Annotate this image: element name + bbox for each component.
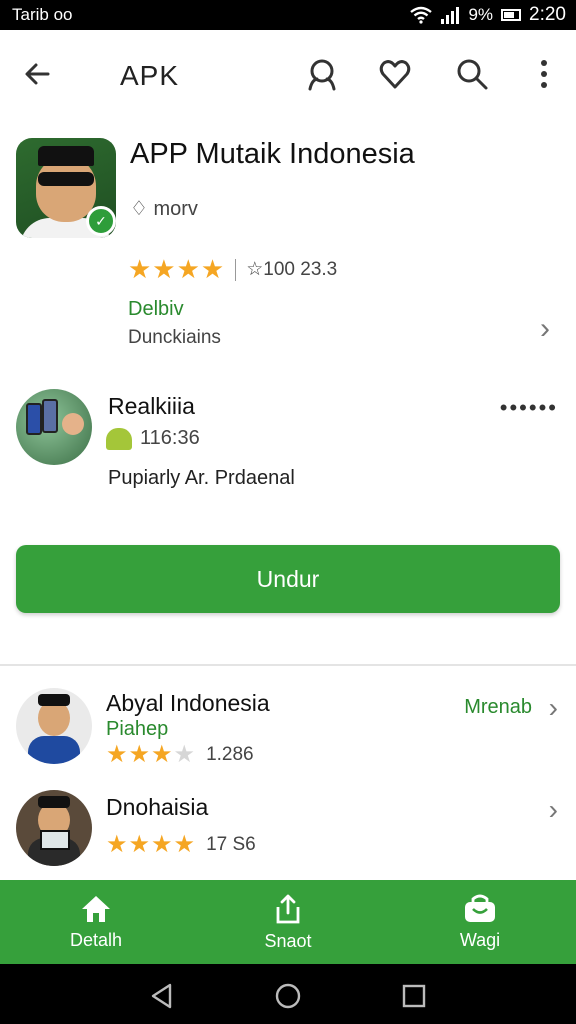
related-rating-count: 17 S6 [206,833,256,855]
nav-label: Detalh [69,929,123,950]
more-options-button[interactable] [524,54,564,94]
battery-icon [501,9,522,21]
home-icon [82,895,110,922]
publisher-meta: 116:36 [106,427,200,450]
info-sublabel: Dunckiains [128,327,221,348]
avatar-tablet [40,830,70,850]
app-icon-glasses [38,172,94,186]
android-icon [106,427,132,450]
publisher-more-icon[interactable]: •••••• [500,395,558,421]
system-back-icon[interactable] [148,982,176,1010]
app-header: ✓ APP Mutaik Indonesia ♢ morv ★★★★ ☆100 … [0,130,576,360]
avatar-person [62,413,84,435]
status-time: 2:20 [529,4,566,25]
chevron-right-icon: › [540,312,550,345]
profile-search-button[interactable] [302,54,342,94]
rating-stars: ★★★★ [128,254,226,284]
system-recents-icon[interactable] [400,982,428,1010]
related-app-name: Dnohaisia [106,794,209,820]
share-icon [276,894,300,923]
bag-icon [465,894,495,922]
nav-label: Wagi [459,929,501,950]
avatar-phone [26,403,42,435]
publisher-avatar [16,389,92,465]
nav-label: Snaot [264,930,312,951]
search-button[interactable] [452,54,492,94]
app-rating: ★★★★ ☆100 23.3 [128,254,337,285]
avatar-shirt [28,736,80,764]
avatar-phone-2 [42,399,58,433]
app-bar: APK [0,30,576,120]
related-app-item[interactable]: Abyal Indonesia Piahep ★★★★ 1.286 Mrenab… [0,688,576,778]
system-navigation-bar [0,964,576,1024]
profile-search-icon [308,59,336,91]
app-developer[interactable]: ♢ morv [130,196,198,221]
battery-percent: 9% [468,5,494,24]
rating-count: ☆100 23.3 [246,259,338,280]
nav-item-bag[interactable]: Wagi [384,880,576,964]
download-button[interactable]: Undur [16,545,560,613]
related-app-action[interactable]: Mrenab [464,696,532,719]
heart-icon [379,60,411,89]
stars-empty: ★ [173,741,197,768]
related-app-avatar [16,688,92,764]
publisher-description: Pupiarly Ar. Prdaenal [108,467,295,489]
stars-full: ★★★ [106,741,174,768]
related-app-name: Abyal Indonesia [106,690,270,716]
search-icon [457,59,488,90]
related-rating-count: 1.286 [206,743,254,765]
publisher-name: Realkiiia [108,393,195,419]
related-rating-stars: ★★★★ [106,740,196,769]
related-app-rating: ★★★★ 1.286 [106,740,254,769]
verified-badge-icon: ✓ [86,206,116,236]
status-bar: Tarib oo 9% 2:20 [0,0,576,30]
section-divider [0,664,576,666]
avatar-cap [38,796,70,808]
app-icon-cap [38,146,94,166]
related-app-item[interactable]: Dnohaisia ★★★★ 17 S6 › [0,790,576,880]
more-vert-icon [541,60,547,88]
app-title: APP Mutaik Indonesia [130,138,415,170]
related-app-rating: ★★★★ 17 S6 [106,830,256,859]
publisher-meta-text: 116:36 [140,427,200,449]
back-button[interactable] [18,54,58,94]
chevron-right-icon: › [548,692,558,723]
rating-divider [235,258,237,281]
back-arrow-icon [25,63,50,85]
signal-icon [441,7,460,24]
related-rating-stars: ★★★★ [106,831,197,858]
wifi-icon [410,6,433,24]
favorite-button[interactable] [375,54,415,94]
bottom-navigation: Detalh Snaot Wagi [0,880,576,964]
chevron-right-icon: › [548,794,558,825]
nav-item-share[interactable]: Snaot [192,880,384,964]
system-home-icon[interactable] [274,982,302,1010]
app-bar-title: APK [120,60,180,91]
app-info-row[interactable]: Delbiv Dunckiains › [128,298,568,358]
status-indicators: 9% 2:20 [410,4,566,26]
related-app-avatar [16,790,92,866]
avatar-cap [38,694,70,706]
info-label: Delbiv [128,298,184,320]
publisher-row[interactable]: Realkiiia 116:36 Pupiarly Ar. Prdaenal •… [0,385,576,495]
status-left-text: Tarib oo [12,5,73,24]
related-app-sub: Piahep [106,718,169,740]
nav-item-detail[interactable]: Detalh [0,880,192,964]
